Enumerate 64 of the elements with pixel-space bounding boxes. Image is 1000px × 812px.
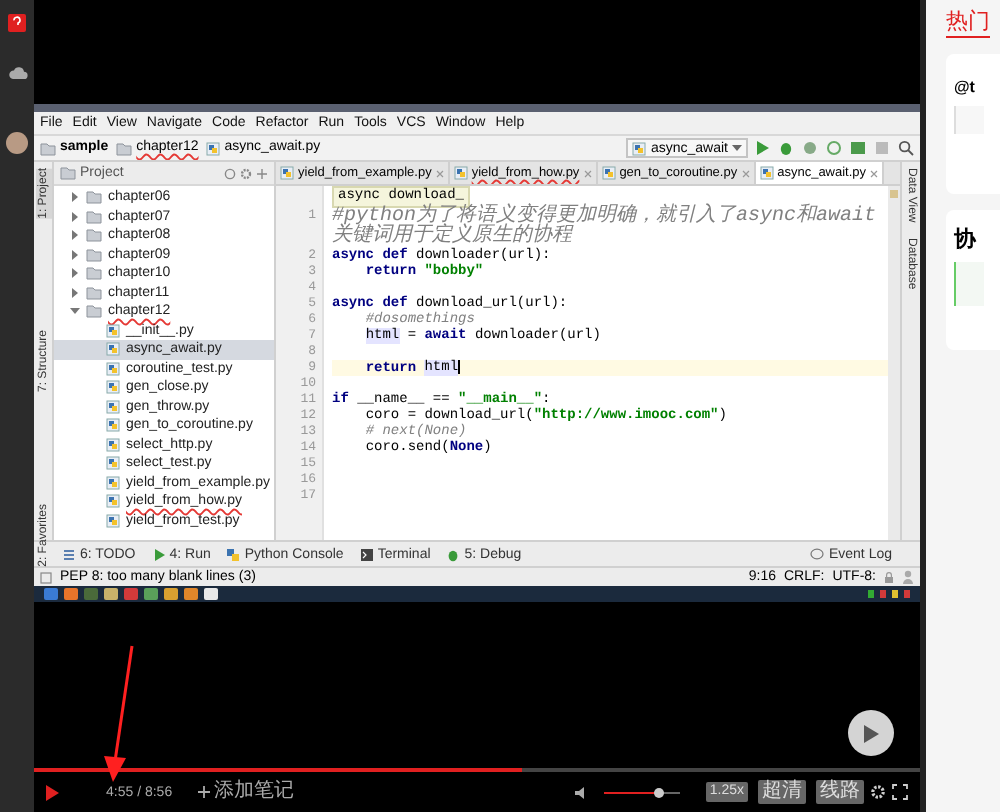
avatar[interactable] xyxy=(6,132,28,154)
close-icon[interactable] xyxy=(741,169,750,177)
python-file-icon xyxy=(601,166,616,180)
gear-icon[interactable] xyxy=(240,167,252,179)
close-icon[interactable] xyxy=(435,169,444,177)
speaker-icon[interactable] xyxy=(573,785,590,799)
python-file-icon xyxy=(106,513,120,528)
route-button[interactable]: 线路 xyxy=(816,780,864,804)
play-icon xyxy=(151,547,166,561)
bug-icon[interactable] xyxy=(778,140,794,156)
play-button[interactable] xyxy=(848,710,894,756)
speech-bubble-icon xyxy=(810,548,825,560)
python-file-icon xyxy=(106,361,120,376)
person-icon xyxy=(902,570,914,584)
python-file-icon xyxy=(106,494,120,509)
play-icon[interactable] xyxy=(44,783,60,801)
caret-down-icon xyxy=(732,144,742,152)
target-icon[interactable] xyxy=(224,167,236,179)
coverage-icon[interactable] xyxy=(802,140,818,156)
code-line: #python为了将语义变得更加明确，就引入了async和await关键词用于定义原生的协程 xyxy=(332,208,879,248)
python-file-icon xyxy=(106,418,120,433)
panel-icon xyxy=(40,571,52,583)
list-icon xyxy=(62,547,76,561)
badge-icon[interactable] xyxy=(8,14,26,32)
python-file-icon xyxy=(106,342,120,357)
quote-block xyxy=(954,262,984,306)
search-icon[interactable] xyxy=(898,140,914,156)
python-file-icon xyxy=(759,166,774,180)
stop-icon[interactable] xyxy=(874,140,890,156)
card-title: 协 xyxy=(954,226,978,254)
settings-icon[interactable] xyxy=(870,784,886,800)
python-file-icon xyxy=(106,456,120,471)
panel-tab[interactable]: 热门 xyxy=(946,8,990,38)
close-icon[interactable] xyxy=(870,169,879,177)
collapse-icon[interactable] xyxy=(256,167,268,179)
build-icon[interactable] xyxy=(850,140,866,156)
python-file-icon xyxy=(106,399,120,414)
folder-icon xyxy=(116,141,133,155)
terminal-icon xyxy=(359,547,374,561)
python-file-icon xyxy=(453,166,468,180)
add-note-button[interactable]: 添加笔记 xyxy=(198,780,295,804)
close-icon[interactable] xyxy=(583,169,592,177)
python-icon xyxy=(226,547,241,561)
python-file-icon xyxy=(280,166,294,180)
python-file-icon xyxy=(206,141,221,155)
quote-block xyxy=(954,106,984,134)
python-file-icon xyxy=(106,323,120,338)
caret-down-icon xyxy=(70,306,80,317)
plus-icon xyxy=(198,786,211,798)
python-file-icon xyxy=(106,380,120,395)
python-file-icon xyxy=(106,475,120,490)
cloud-icon[interactable] xyxy=(7,66,27,80)
python-file-icon xyxy=(106,437,120,452)
play-icon xyxy=(862,723,880,743)
text-cursor xyxy=(458,360,461,374)
fullscreen-icon[interactable] xyxy=(892,784,908,800)
quality-button[interactable]: 超清 xyxy=(758,780,806,804)
card-title: @t xyxy=(954,78,977,98)
profile-icon[interactable] xyxy=(826,140,842,156)
lock-icon xyxy=(884,571,894,583)
arrow-drawing xyxy=(98,644,138,784)
bug-icon xyxy=(446,547,461,561)
python-file-icon xyxy=(632,141,647,155)
run-icon[interactable] xyxy=(754,140,770,156)
